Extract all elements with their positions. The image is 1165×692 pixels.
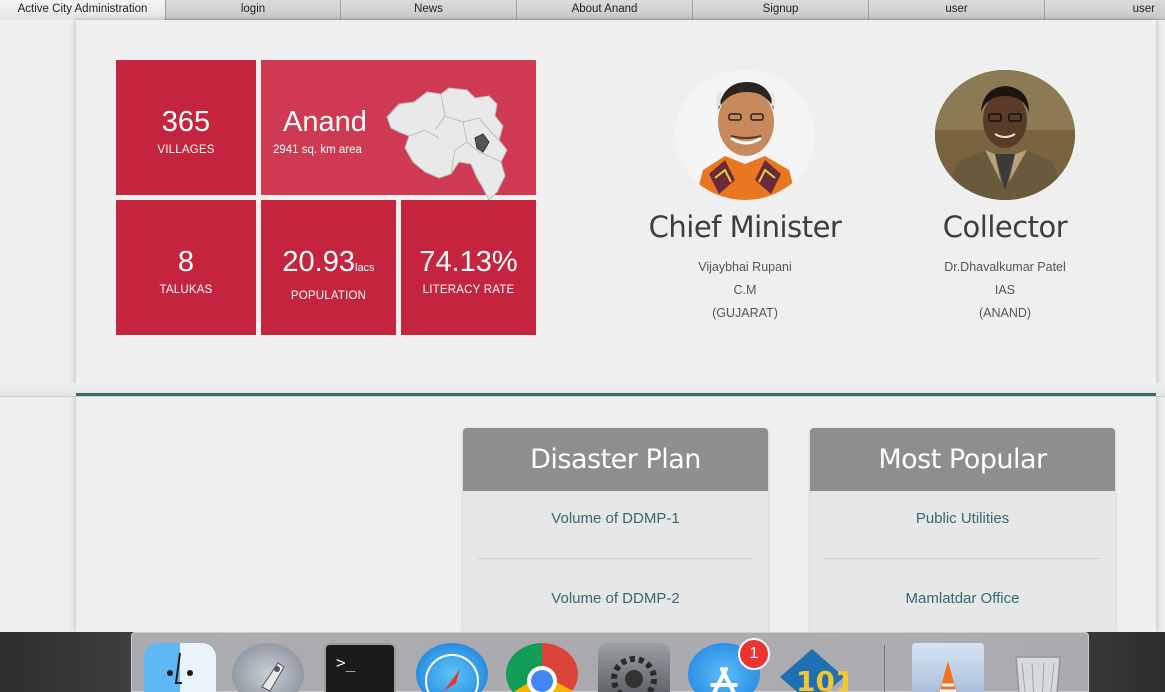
chief-minister-photo <box>675 70 815 200</box>
top-navigation: Active City Administration login News Ab… <box>0 0 1165 20</box>
dock-separator <box>884 645 885 692</box>
collector-name: Dr.Dhavalkumar Patel <box>944 260 1066 274</box>
dock: >_ 101 <box>131 632 1089 692</box>
gujarat-map-icon <box>386 87 508 201</box>
panel-divider <box>478 558 753 559</box>
collector-place: (ANAND) <box>978 306 1032 320</box>
nav-about-anand[interactable]: About Anand <box>517 0 693 20</box>
chief-minister-role: Chief Minister <box>648 210 842 244</box>
nav-user-1[interactable]: user <box>869 0 1045 20</box>
collector-card: Collector Dr.Dhavalkumar Patel IAS (ANAN… <box>885 70 1125 325</box>
literacy-tile: 74.13% LITERACY RATE <box>401 200 536 335</box>
literacy-value: 74.13% <box>419 246 518 278</box>
population-tile: 20.93lacs POPULATION <box>261 200 396 335</box>
launchpad-icon[interactable] <box>232 643 304 692</box>
finder-icon[interactable] <box>144 643 216 692</box>
disaster-plan-title: Disaster Plan <box>463 428 768 491</box>
page-margin <box>0 20 76 632</box>
collector-avatar <box>935 70 1075 200</box>
talukas-count: 8 <box>177 246 195 278</box>
chief-minister-avatar <box>675 70 815 200</box>
svg-text:101: 101 <box>796 665 848 692</box>
terminal-prompt: >_ <box>336 653 356 672</box>
collector-role: Collector <box>942 210 1068 244</box>
public-utilities-link[interactable]: Public Utilities <box>810 491 1115 546</box>
most-popular-panel: Most Popular Public Utilities Mamlatdar … <box>810 428 1115 632</box>
ddmp-1-link[interactable]: Volume of DDMP-1 <box>463 491 768 546</box>
chief-minister-place: (GUJARAT) <box>712 306 778 320</box>
nav-signup[interactable]: Signup <box>693 0 869 20</box>
disaster-plan-panel: Disaster Plan Volume of DDMP-1 Volume of… <box>463 428 768 632</box>
nav-login[interactable]: login <box>166 0 341 20</box>
preview-icon[interactable] <box>912 643 984 692</box>
mamlatdar-office-link[interactable]: Mamlatdar Office <box>810 571 1115 626</box>
ddmp-2-link[interactable]: Volume of DDMP-2 <box>463 571 768 626</box>
literacy-label: LITERACY RATE <box>422 284 515 296</box>
villages-count: 365 <box>161 106 211 138</box>
talukas-tile: 8 TALUKAS <box>116 200 256 335</box>
talukas-label: TALUKAS <box>159 284 213 296</box>
population-value: 20.93 <box>282 246 355 278</box>
game-icon[interactable]: 101 <box>776 643 848 692</box>
section-divider-edge <box>0 396 1165 397</box>
district-name: Anand <box>283 106 367 138</box>
chief-minister-card: Chief Minister Vijaybhai Rupani C.M (GUJ… <box>625 70 865 325</box>
chrome-icon[interactable] <box>506 643 578 692</box>
collector-title: IAS <box>994 283 1016 297</box>
district-tile: Anand 2941 sq. km area <box>261 60 536 201</box>
district-area: 2941 sq. km area <box>273 144 362 156</box>
nav-user-2[interactable]: user <box>1045 0 1165 20</box>
villages-label: VILLAGES <box>157 144 215 156</box>
system-preferences-icon[interactable] <box>598 643 670 692</box>
app-store-badge: 1 <box>738 638 770 670</box>
terminal-icon[interactable]: >_ <box>324 643 396 692</box>
nav-news[interactable]: News <box>341 0 517 20</box>
population-unit: lacs <box>355 262 375 274</box>
villages-tile: 365 VILLAGES <box>116 60 256 195</box>
panel-divider <box>825 558 1100 559</box>
population-label: POPULATION <box>290 290 367 302</box>
safari-icon[interactable] <box>416 643 488 692</box>
chief-minister-title: C.M <box>733 283 757 297</box>
trash-icon[interactable] <box>1002 643 1074 692</box>
chief-minister-name: Vijaybhai Rupani <box>698 260 792 274</box>
most-popular-title: Most Popular <box>810 428 1115 491</box>
collector-photo <box>935 70 1075 200</box>
nav-active-city-administration[interactable]: Active City Administration <box>0 0 166 20</box>
